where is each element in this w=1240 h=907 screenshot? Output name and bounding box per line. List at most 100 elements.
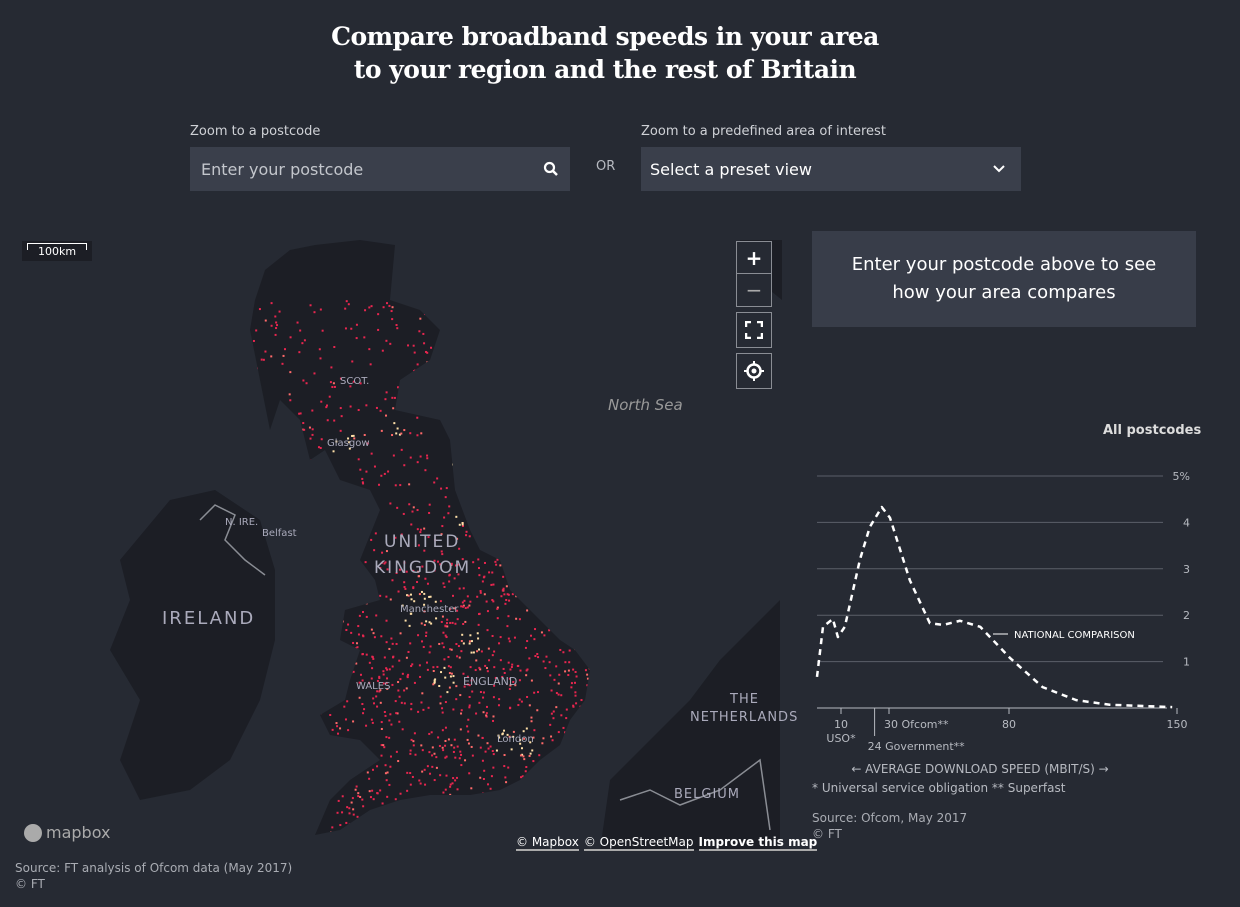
speed-dot [258,308,261,311]
speed-dot [452,362,455,365]
speed-dot [313,713,316,716]
speed-dot [452,777,455,780]
speed-dot [339,727,342,730]
speed-dot [369,840,371,842]
zoom-out-button[interactable]: − [737,274,771,306]
speed-dot [540,398,543,401]
speed-dot [492,696,495,699]
postcode-label: Zoom to a postcode [190,124,321,139]
speed-dot [371,789,374,792]
speed-dot [485,705,488,708]
speed-dot [530,593,533,596]
speed-dot [369,363,372,366]
speed-dot [438,642,441,645]
improve-map-link[interactable]: Improve this map [698,835,818,851]
speed-dot [460,820,463,823]
speed-dot [421,692,424,695]
speed-dot [316,464,319,467]
speed-dot [472,561,475,564]
speed-dot [483,388,486,391]
postcode-search[interactable] [190,147,570,191]
speed-dot [435,617,438,620]
speed-dot [391,318,394,321]
speed-dot [553,584,556,587]
speed-dot [248,735,250,737]
speed-dot [546,519,549,522]
speed-dot [407,594,410,597]
speed-dot [271,796,274,799]
geolocate-button[interactable] [736,353,772,389]
speed-dot [443,585,446,588]
speed-dot [581,786,584,789]
speed-dot [381,802,384,805]
speed-dot [441,711,444,714]
speed-dot [409,432,412,435]
speed-dot [568,661,571,664]
zoom-in-button[interactable]: + [737,242,771,274]
speed-dot [425,634,428,637]
search-icon[interactable] [543,161,559,177]
speed-dot [588,337,590,340]
chart-source: Source: Ofcom, May 2017 © FT [812,811,968,841]
speed-dot [324,601,327,604]
speed-dot [558,406,561,409]
speed-dot [323,511,326,514]
speed-dot [550,813,553,816]
speed-dot [399,835,401,837]
speed-dot [575,759,578,762]
speed-dot [537,464,540,467]
postcode-input[interactable] [201,159,521,179]
fullscreen-button[interactable] [736,312,772,348]
speed-dot [380,474,383,477]
speed-dot [331,571,334,574]
speed-dot [398,720,401,723]
speed-dot [261,431,264,434]
speed-dot [303,339,306,342]
speed-dot [508,576,511,579]
speed-dot [444,624,447,627]
broadband-map[interactable]: SCOT. Glasgow N. IRE. Belfast UNITED KIN… [0,230,800,850]
speed-dot [370,586,373,589]
speed-dot [365,615,368,618]
speed-dot [416,509,419,512]
preset-select[interactable]: Select a preset view [641,147,1021,191]
speed-dot [458,587,461,590]
speed-dot [421,770,424,773]
speed-dot [412,806,415,809]
speed-dot [391,579,394,582]
speed-dot [373,636,376,639]
speed-dot [589,662,590,665]
speed-dot [535,311,538,314]
speed-dot [594,707,596,709]
speed-dot [468,704,471,707]
mapbox-link[interactable]: © Mapbox [516,835,579,851]
label-netherlands-2: NETHERLANDS [690,710,798,725]
speed-dot [308,426,311,429]
speed-dot [555,303,558,306]
speed-dot [355,323,358,326]
speed-dot [308,760,311,763]
speed-dot [419,455,422,458]
speed-dot [585,810,588,813]
speed-dot [566,807,569,810]
speed-dot [343,833,346,835]
osm-link[interactable]: © OpenStreetMap [583,835,694,851]
map-source: Source: FT analysis of Ofcom data (May 2… [15,861,293,891]
speed-dot [567,669,570,672]
speed-dot [446,618,449,621]
speed-dot [519,669,522,672]
speed-dot [457,645,460,648]
speed-dot [520,503,523,506]
speed-dot [436,413,439,416]
speed-dot [346,700,349,703]
speed-dot [510,666,513,669]
speed-dot [300,636,303,639]
speed-dot [436,665,439,668]
speed-dot [553,314,556,317]
speed-dot [473,832,476,835]
speed-dot [460,650,463,653]
speed-dot [398,695,401,698]
mapbox-logo[interactable]: mapbox [24,823,110,842]
speed-dot [570,490,573,493]
zoom-controls: + − [736,241,772,307]
